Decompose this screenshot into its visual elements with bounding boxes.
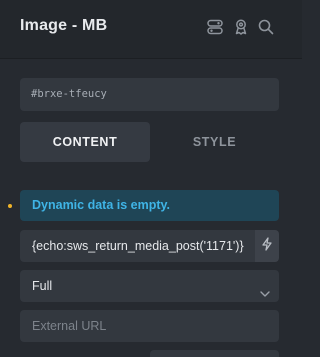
dynamic-data-notice: Dynamic data is empty. [20,190,279,221]
bottom-control[interactable] [150,350,279,357]
image-size-select[interactable]: Full [20,270,279,302]
tab-content[interactable]: CONTENT [20,122,150,162]
image-size-value: Full [32,279,53,293]
element-id-field[interactable]: #brxe-tfeucy [20,78,279,111]
pin-icon[interactable] [231,17,251,37]
panel-title: Image - MB [20,17,108,34]
search-icon[interactable] [256,17,276,37]
bolt-icon [261,236,273,256]
external-url-input[interactable]: External URL [20,310,279,342]
dynamic-data-input[interactable]: {echo:sws_return_media_post('1171')} [20,230,255,262]
panel-header: Image - MB [0,0,302,59]
toggle-icon[interactable] [205,17,225,37]
chevron-down-icon [259,280,271,297]
dynamic-data-button[interactable] [255,230,279,262]
changed-indicator [8,204,12,208]
element-panel: Image - MB #brxe-tfeucy CONTENT STYLE Dy… [0,0,302,357]
tab-style[interactable]: STYLE [150,122,279,162]
